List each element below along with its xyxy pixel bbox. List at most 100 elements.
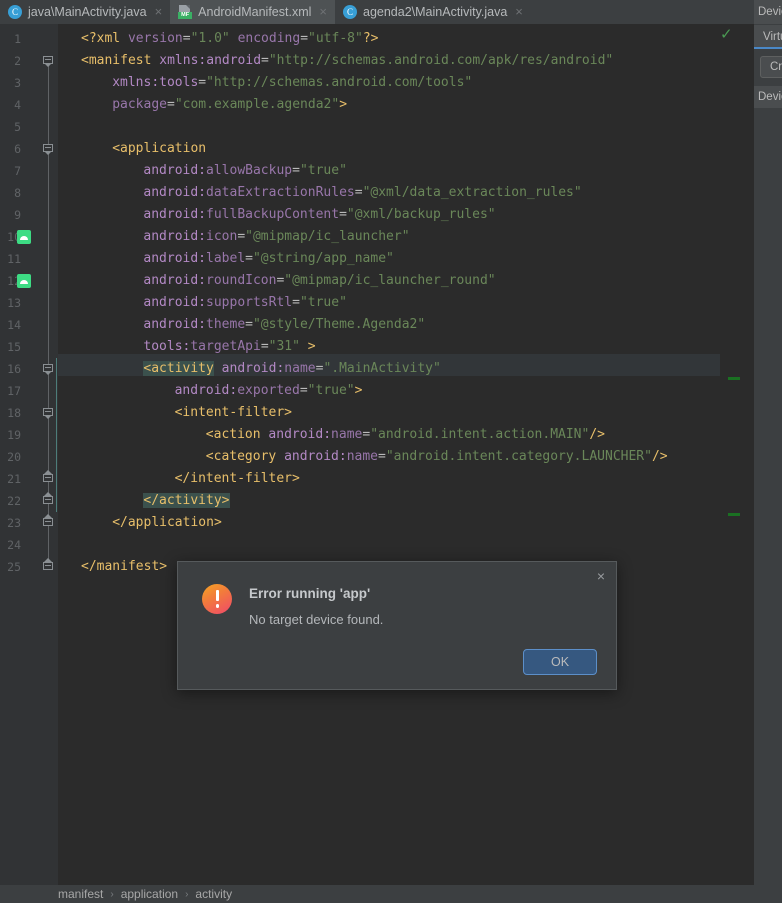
line-number: 13: [7, 296, 21, 310]
close-icon[interactable]: ×: [319, 0, 327, 24]
line-number: 11: [7, 252, 21, 266]
code-token: manifest: [96, 559, 160, 574]
editor-gutter[interactable]: 1 2 3 4 5 6 7 8 9 10 11 12 13 14 15 16 17 18 19 20 21 22 23 24 2…: [0, 24, 58, 885]
vcs-change-marker[interactable]: [728, 377, 740, 380]
code-token: =: [292, 295, 300, 310]
code-token: "true": [307, 383, 355, 398]
code-token: label: [206, 251, 246, 266]
code-token: android:: [143, 295, 207, 310]
line-number: 1: [14, 32, 21, 46]
dialog-title: Error running 'app': [249, 586, 371, 601]
inspection-status-icon[interactable]: ✓: [720, 27, 734, 42]
tab-virtual[interactable]: Virtual: [754, 25, 782, 49]
line-number: 24: [7, 538, 21, 552]
code-token: android:: [143, 207, 207, 222]
code-token: "true": [299, 295, 347, 310]
fold-toggle[interactable]: [43, 470, 54, 485]
code-line: <category android:name="android.intent.c…: [206, 446, 668, 468]
code-token: version: [127, 31, 183, 46]
manifest-file-icon: MF: [178, 5, 193, 19]
code-token: "com.example.agenda2": [174, 97, 340, 112]
editor-tab[interactable]: MF AndroidManifest.xml ×: [170, 0, 335, 24]
line-number: 16: [7, 362, 21, 376]
code-token: intent-filter: [182, 405, 285, 420]
code-token: android:: [143, 185, 207, 200]
close-icon[interactable]: ×: [594, 569, 608, 583]
fold-toggle[interactable]: [43, 364, 54, 375]
code-text-area[interactable]: <?xml version="1.0" encoding="utf-8"?> <m…: [58, 24, 782, 885]
code-token: >: [292, 471, 300, 486]
close-icon[interactable]: ×: [515, 0, 523, 24]
android-launcher-icon[interactable]: [17, 230, 31, 244]
fold-toggle[interactable]: [43, 144, 54, 155]
error-icon: [202, 584, 232, 614]
code-token: =: [261, 53, 269, 68]
code-token: application: [120, 141, 207, 156]
code-line: android:icon="@mipmap/ic_launcher": [143, 226, 409, 248]
code-line: android:supportsRtl="true": [143, 292, 347, 314]
code-token: >: [354, 383, 363, 398]
line-number: 3: [14, 76, 21, 90]
line-number: 20: [7, 450, 21, 464]
code-token: ".MainActivity": [323, 361, 441, 376]
code-line: <action android:name="android.intent.act…: [206, 424, 605, 446]
line-number: 7: [14, 164, 21, 178]
code-token: <?: [81, 31, 97, 46]
fold-toggle[interactable]: [43, 492, 54, 507]
line-number: 2: [14, 54, 21, 68]
code-token: "31": [268, 339, 300, 354]
code-token: =: [300, 31, 309, 46]
ok-button[interactable]: OK: [523, 649, 597, 675]
scope-indicator: [56, 358, 57, 512]
code-token: <: [112, 141, 121, 156]
fold-toggle[interactable]: [43, 558, 54, 573]
create-device-button[interactable]: Create device: [760, 56, 782, 78]
line-number: 4: [14, 98, 21, 112]
close-icon[interactable]: ×: [155, 0, 163, 24]
breadcrumb-item[interactable]: application: [121, 887, 178, 901]
editor-tab[interactable]: Cagenda2\MainActivity.java ×: [335, 0, 531, 24]
code-line: android:label="@string/app_name": [143, 248, 393, 270]
code-line: <activity android:name=".MainActivity": [143, 358, 441, 380]
line-number: 8: [14, 186, 21, 200]
line-number: 15: [7, 340, 21, 354]
device-list-body: [754, 108, 782, 903]
fold-toggle[interactable]: [43, 408, 54, 419]
editor-tab[interactable]: Cjava\MainActivity.java ×: [0, 0, 170, 24]
code-token: </: [112, 515, 128, 530]
code-token: "utf-8": [308, 31, 363, 46]
breadcrumb-item[interactable]: manifest: [58, 887, 103, 901]
vcs-change-marker[interactable]: [728, 513, 740, 516]
code-token: dataExtractionRules: [206, 185, 355, 200]
code-token: xmlns:android: [159, 53, 262, 68]
code-editor[interactable]: 1 2 3 4 5 6 7 8 9 10 11 12 13 14 15 16 17 18 19 20 21 22 23 24 2…: [0, 24, 782, 885]
code-token: >: [221, 493, 230, 508]
editor-scrollbar[interactable]: [728, 24, 740, 885]
code-token: android:: [221, 361, 285, 376]
code-token: encoding: [237, 31, 301, 46]
code-line: </intent-filter>: [175, 468, 300, 490]
code-token: =: [299, 383, 308, 398]
code-token: application: [127, 515, 214, 530]
code-token: <: [205, 427, 214, 442]
code-token: =: [198, 75, 207, 90]
android-launcher-icon[interactable]: [17, 274, 31, 288]
code-token: "@xml/data_extraction_rules": [362, 185, 582, 200]
breadcrumb-separator: ›: [185, 888, 189, 900]
code-token: category: [213, 449, 277, 464]
code-token: android:: [284, 449, 347, 464]
fold-toggle[interactable]: [43, 56, 54, 67]
code-token: android:: [143, 229, 207, 244]
code-token: =: [166, 97, 175, 112]
code-token: "@string/app_name": [252, 251, 394, 266]
fold-toggle[interactable]: [43, 514, 54, 529]
code-token: =: [339, 207, 347, 222]
code-token: />: [589, 427, 605, 442]
breadcrumb-item[interactable]: activity: [195, 887, 232, 901]
code-token: "true": [299, 163, 347, 178]
editor-tab-label: agenda2\MainActivity.java: [363, 5, 508, 19]
device-manager-panel[interactable]: Device Manager Virtual Create device Dev…: [754, 0, 782, 903]
